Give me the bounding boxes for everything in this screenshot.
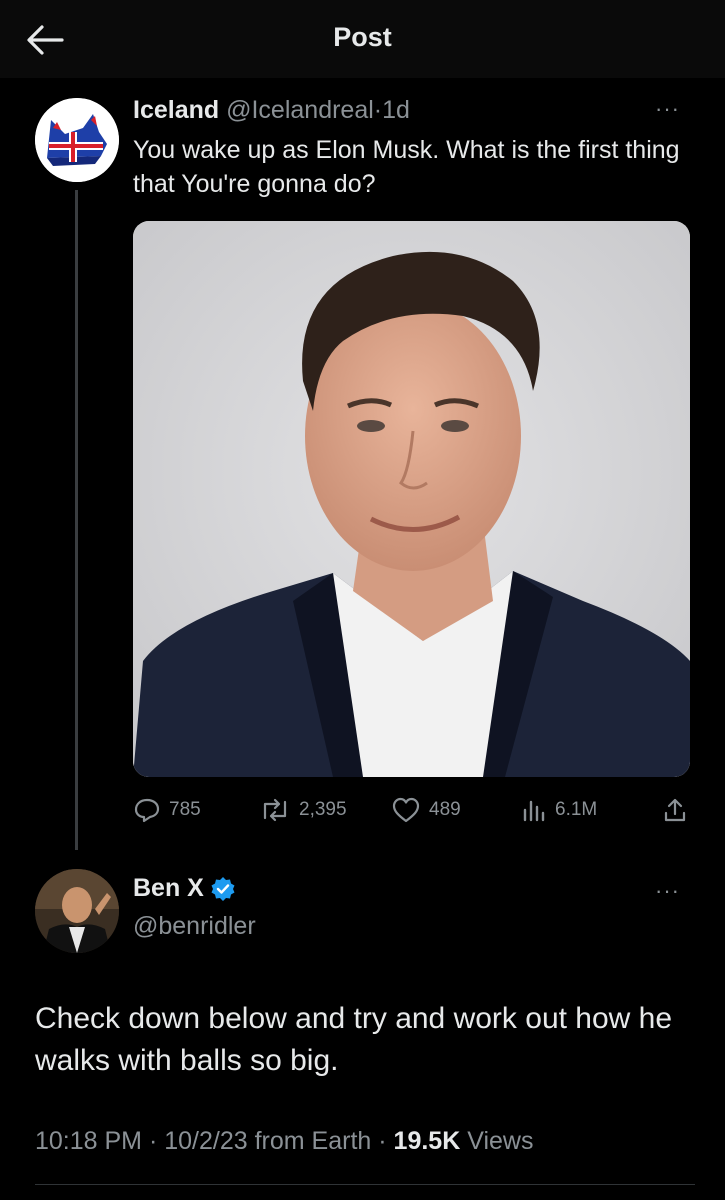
share-icon — [664, 798, 686, 822]
like-button[interactable]: 489 — [391, 790, 461, 830]
repost-button[interactable]: 2,395 — [259, 790, 347, 830]
post-time: 10:18 PM — [35, 1127, 143, 1155]
share-button[interactable] — [661, 790, 689, 830]
reply-icon — [134, 798, 160, 823]
separator: · — [378, 1127, 387, 1155]
portrait-photo — [133, 221, 690, 777]
views-total[interactable]: 19.5K — [394, 1127, 461, 1155]
separator: · — [148, 1127, 158, 1155]
author-handle[interactable]: @benridler — [133, 912, 256, 941]
author-name[interactable]: Iceland — [133, 96, 219, 124]
ben-avatar-image — [35, 869, 119, 953]
top-bar: Post — [0, 0, 725, 78]
reply-author[interactable]: Ben X — [133, 874, 236, 903]
avatar[interactable] — [35, 869, 119, 953]
more-icon[interactable]: ··· — [655, 96, 680, 122]
reply-text: Check down below and try and work out ho… — [35, 1002, 673, 1077]
views-button[interactable]: 6.1M — [521, 790, 597, 830]
author-handle[interactable]: @Icelandreal — [226, 96, 374, 124]
tweet-header: Iceland @Icelandreal·1d — [133, 96, 410, 125]
verified-badge-icon — [211, 876, 235, 901]
tweet-actions: 785 2,395 489 6.1M — [133, 790, 693, 830]
reply-button[interactable]: 785 — [133, 790, 201, 830]
like-icon — [392, 797, 420, 823]
like-count: 489 — [429, 799, 461, 820]
iceland-avatar-image — [35, 98, 119, 182]
post-date-source: 10/2/23 from Earth — [164, 1127, 372, 1155]
more-icon[interactable]: ··· — [655, 878, 680, 904]
tweet-text: You wake up as Elon Musk. What is the fi… — [133, 136, 680, 198]
reply-count: 785 — [169, 799, 201, 820]
avatar[interactable] — [35, 98, 119, 182]
views-label: Views — [467, 1127, 534, 1155]
thread-line — [75, 190, 78, 850]
page-title: Post — [333, 22, 392, 52]
repost-count: 2,395 — [299, 799, 347, 820]
tweet-media[interactable] — [133, 221, 690, 777]
views-icon — [523, 800, 545, 822]
post-metadata: 10:18 PM · 10/2/23 from Earth · 19.5K Vi… — [35, 1127, 533, 1156]
separator: · — [373, 96, 383, 124]
divider — [35, 1184, 695, 1185]
timestamp[interactable]: 1d — [382, 96, 410, 124]
views-count: 6.1M — [555, 799, 598, 820]
repost-icon — [263, 798, 287, 822]
author-name: Ben X — [133, 874, 204, 902]
